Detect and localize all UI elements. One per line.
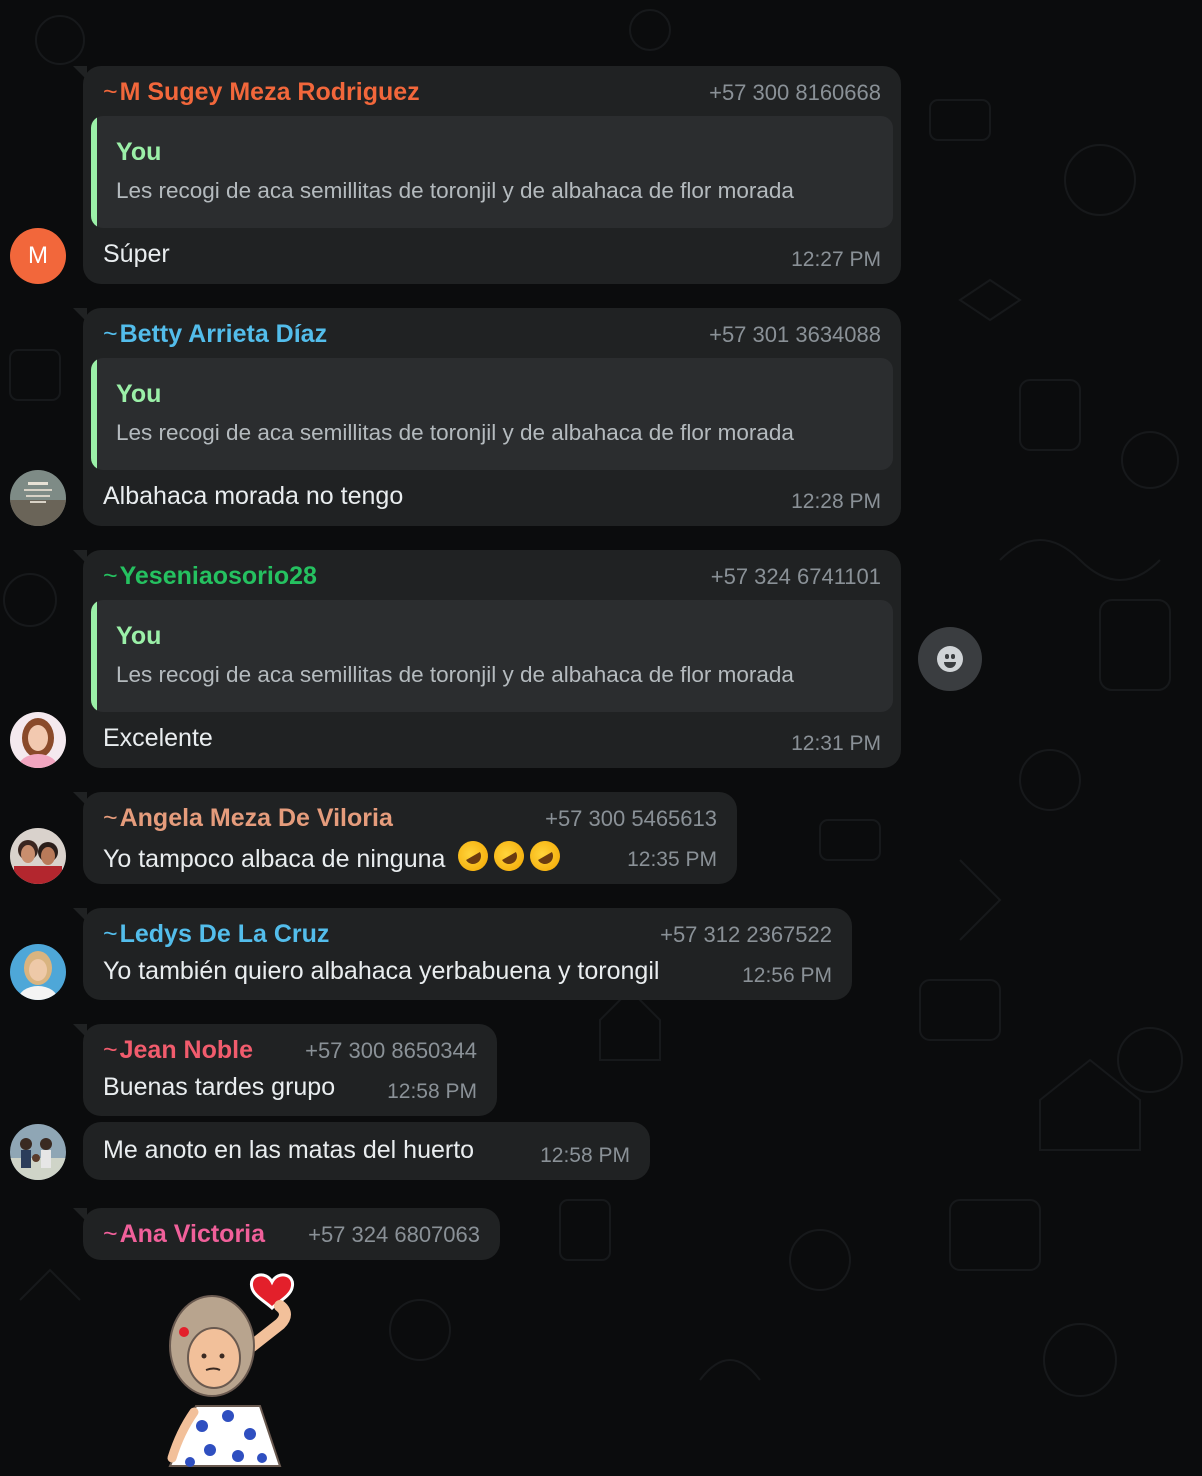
message-time: 12:56 PM [742,964,832,987]
quoted-message[interactable]: You Les recogi de aca semillitas de toro… [91,116,893,228]
sender-name-text: Ledys De La Cruz [119,920,330,948]
message-line: Yo tampoco albaca de ninguna [103,835,566,877]
sender-name[interactable]: ~Ledys De La Cruz [103,920,329,949]
quote-text: Les recogi de aca semillitas de toronjil… [116,420,794,445]
sender-name[interactable]: ~Angela Meza De Viloria [103,804,393,833]
message-bubble[interactable]: Me anoto en las matas del huerto 12:58 P… [83,1122,650,1180]
message-text: Yo también quiero albahaca yerbabuena y … [103,957,660,985]
message-time: 12:28 PM [791,490,881,513]
avatar[interactable] [10,828,66,884]
avatar-image [10,828,66,884]
message-text: Me anoto en las matas del huerto [103,1136,475,1164]
message-text: Súper [103,240,170,268]
message-bubble[interactable]: ~Angela Meza De Viloria +57 300 5465613 … [73,792,737,884]
avatar[interactable] [10,944,66,1000]
sender-phone: +57 300 8160668 [709,80,881,105]
sender-phone: +57 324 6741101 [710,564,881,589]
avatar-image [10,944,66,1000]
avatar[interactable] [10,1124,66,1180]
quoted-message[interactable]: You Les recogi de aca semillitas de toro… [91,600,893,712]
sender-name[interactable]: ~Ana Victoria [103,1220,265,1249]
sender-name[interactable]: ~Betty Arrieta Díaz [103,320,327,349]
sender-name-text: Betty Arrieta Díaz [119,320,328,348]
quote-accent-bar [91,358,97,470]
quote-author: You [116,380,162,408]
message-text: Yo tampoco albaca de ninguna [103,845,446,873]
message-time: 12:27 PM [791,248,881,271]
message-bubble[interactable]: ~Ana Victoria +57 324 6807063 [73,1208,500,1260]
sender-phone: +57 300 8650344 [305,1038,477,1063]
avatar-image [10,470,66,526]
emoji-reaction-button[interactable] [918,627,982,691]
avatar[interactable]: M [10,228,66,284]
avatar[interactable] [10,470,66,526]
sender-prefix: ~ [103,1036,118,1064]
quote-author: You [116,622,162,650]
quoted-message[interactable]: You Les recogi de aca semillitas de toro… [91,358,893,470]
rolling-laughing-emoji-icon [488,835,530,877]
sender-phone: +57 300 5465613 [545,806,717,831]
quote-author: You [116,138,162,166]
quote-accent-bar [91,600,97,712]
sender-phone: +57 301 3634088 [709,322,881,347]
avatar-image [10,712,66,768]
sender-prefix: ~ [103,320,118,348]
message-time: 12:35 PM [627,848,717,871]
rolling-laughing-emoji-icon [452,835,494,877]
sender-prefix: ~ [103,1220,118,1248]
quote-text: Les recogi de aca semillitas de toronjil… [116,662,794,687]
message-text: Excelente [103,724,213,752]
message-bubble[interactable]: ~Jean Noble +57 300 8650344 Buenas tarde… [73,1024,497,1116]
message-time: 12:31 PM [791,732,881,755]
sender-name[interactable]: ~Yeseniaosorio28 [103,562,317,591]
sender-name-text: Angela Meza De Viloria [119,804,393,832]
quote-text: Les recogi de aca semillitas de toronjil… [116,178,794,203]
avatar[interactable] [10,712,66,768]
message-bubble[interactable]: ~M Sugey Meza Rodriguez +57 300 8160668 … [73,66,901,284]
sender-phone: +57 312 2367522 [660,922,832,947]
sender-prefix: ~ [103,562,118,590]
message-time: 12:58 PM [387,1080,477,1103]
sender-prefix: ~ [103,920,118,948]
sender-name-text: Jean Noble [119,1036,253,1064]
message-bubble[interactable]: ~Betty Arrieta Díaz +57 301 3634088 You … [73,308,901,526]
message-text: Buenas tardes grupo [103,1073,336,1101]
sender-name[interactable]: ~Jean Noble [103,1036,253,1065]
girl-holding-heart-sticker[interactable] [150,1266,310,1472]
quote-accent-bar [91,116,97,228]
message-bubble[interactable]: ~Ledys De La Cruz +57 312 2367522 Yo tam… [73,908,852,1000]
sender-name-text: Ana Victoria [119,1220,266,1248]
message-bubble[interactable]: ~Yeseniaosorio28 +57 324 6741101 You Les… [73,550,901,768]
message-time: 12:58 PM [540,1144,630,1167]
sender-prefix: ~ [103,78,118,106]
sender-phone: +57 324 6807063 [308,1222,480,1247]
heart-icon [249,1273,295,1311]
message-text: Albahaca morada no tengo [103,482,404,510]
rolling-laughing-emoji-icon [524,835,566,877]
sender-name-text: Yeseniaosorio28 [119,562,317,590]
emoji-reaction-icon [937,646,963,672]
sender-name-text: M Sugey Meza Rodriguez [119,78,420,106]
avatar-image [10,1124,66,1180]
sender-prefix: ~ [103,804,118,832]
sender-name[interactable]: ~M Sugey Meza Rodriguez [103,78,420,107]
